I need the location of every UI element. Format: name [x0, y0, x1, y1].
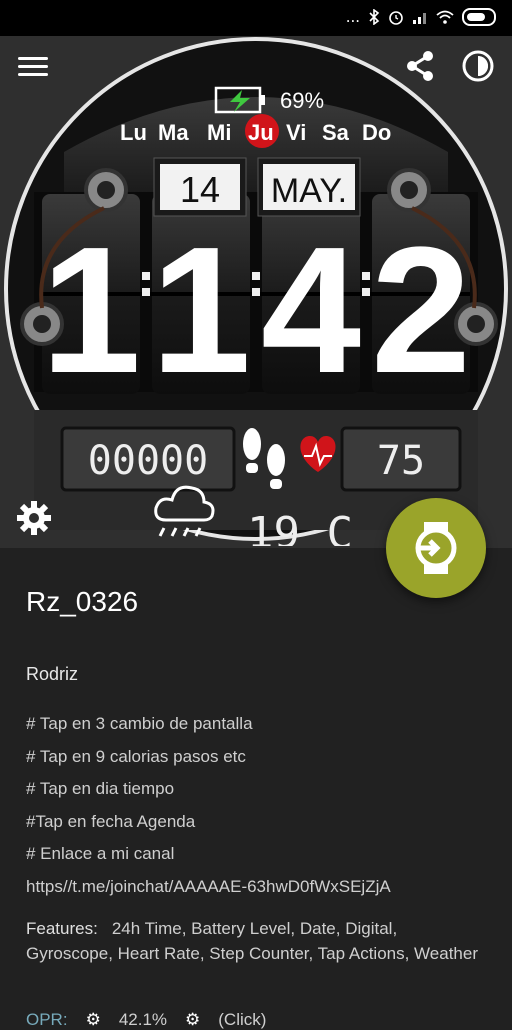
wifi-icon: [436, 10, 454, 24]
apply-watchface-button[interactable]: [386, 498, 486, 598]
description-line: #Tap en fecha Agenda: [26, 811, 196, 831]
watchface-image[interactable]: 1 1 4 2 69% Lu Ma Mi Ju Vi Sa Do 14 MAY.…: [4, 36, 508, 546]
opr-value: 42.1%: [118, 1010, 168, 1029]
features: Features: 24h Time, Battery Level, Date, …: [26, 916, 486, 966]
features-label: Features:: [26, 919, 98, 938]
watchface-details: Rz_0326 Rodriz # Tap en 3 cambio de pant…: [0, 548, 512, 1029]
battery-icon: [462, 8, 496, 26]
opr-row: OPR: ⚙ 42.1% ⚙ (Click): [26, 1010, 266, 1030]
steps-count: 00000: [88, 438, 208, 484]
description-line: # Tap en 9 calorias pasos etc: [26, 746, 246, 766]
temperature: 19 C: [247, 508, 353, 546]
settings-gear-icon[interactable]: [14, 498, 54, 538]
day-thu: Ju: [248, 120, 274, 145]
alarm-icon: [389, 11, 403, 25]
opr-gear-icon: ⚙: [85, 1010, 101, 1029]
status-bar: ...: [0, 0, 512, 36]
day-tue: Ma: [158, 120, 189, 145]
description-line: # Tap en dia tiempo: [26, 779, 175, 798]
day-sat: Sa: [322, 120, 350, 145]
signal-icon: [413, 13, 426, 24]
menu-icon[interactable]: [18, 52, 48, 76]
theme-toggle-icon[interactable]: [458, 46, 498, 86]
watchface-title: Rz_0326: [26, 586, 139, 617]
watchface-preview: 1 1 4 2 69% Lu Ma Mi Ju Vi Sa Do 14 MAY.…: [0, 36, 512, 548]
date-day: 14: [180, 169, 220, 210]
opr-click[interactable]: (Click): [218, 1010, 266, 1030]
day-mon: Lu: [120, 120, 147, 145]
opr-label[interactable]: OPR:: [26, 1010, 68, 1030]
day-sun: Do: [362, 120, 391, 145]
description: # Tap en 3 cambio de pantalla # Tap en 9…: [26, 708, 391, 903]
heart-rate: 75: [377, 438, 425, 484]
install-watch-icon: [415, 522, 457, 574]
day-wed: Mi: [207, 120, 231, 145]
more-notifications-icon: ...: [345, 8, 360, 26]
day-fri: Vi: [286, 120, 306, 145]
description-line: # Enlace a mi canal: [26, 844, 175, 863]
share-icon[interactable]: [400, 46, 440, 86]
battery-percent: 69%: [280, 88, 324, 113]
bluetooth-icon: [369, 9, 380, 25]
opr-gear-icon: ⚙: [185, 1010, 201, 1029]
author-name[interactable]: Rodriz: [26, 664, 78, 685]
description-link[interactable]: https//t.me/joinchat/AAAAAE-63hwD0fWxSEj…: [26, 871, 391, 904]
time-digit-3: 4: [261, 210, 361, 411]
description-line: # Tap en 3 cambio de pantalla: [26, 714, 253, 733]
date-month: MAY.: [271, 172, 347, 210]
time-digit-2: 1: [151, 210, 251, 411]
